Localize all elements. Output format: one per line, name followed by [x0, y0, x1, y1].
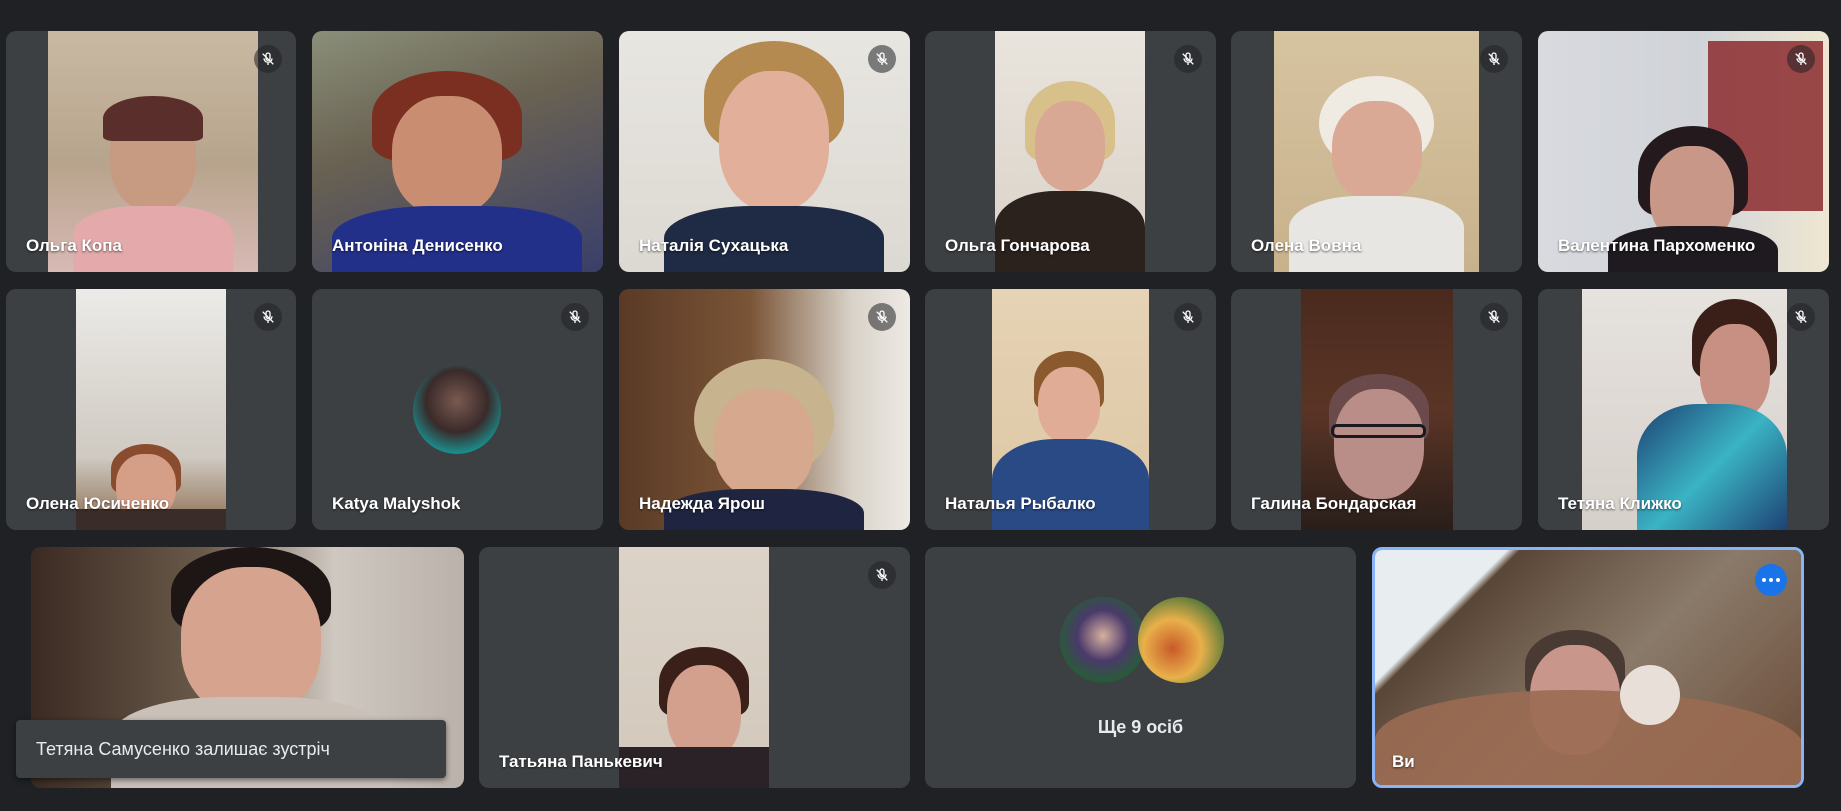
mic-off-icon — [1174, 303, 1202, 331]
participant-name: Олена Вовна — [1251, 236, 1362, 255]
mic-off-icon — [868, 303, 896, 331]
participant-tile[interactable]: Katya Malyshok — [312, 289, 603, 530]
more-participants-label: Ще 9 осіб — [1097, 717, 1184, 737]
participant-name: Тетяна Клижко — [1558, 494, 1682, 513]
participant-tile[interactable]: Антоніна Денисенко — [312, 31, 603, 272]
mic-off-icon — [1787, 303, 1815, 331]
leave-notification: Тетяна Самусенко залишає зустріч — [16, 720, 446, 778]
mic-off-icon — [1174, 45, 1202, 73]
participant-name: Ольга Копа — [26, 236, 122, 255]
participant-tile[interactable]: Галина Бондарская — [1231, 289, 1522, 530]
self-tile[interactable]: Ви — [1372, 547, 1804, 788]
participant-tile[interactable]: Ольга Копа — [6, 31, 296, 272]
participant-tile[interactable]: Тетяна Клижко — [1538, 289, 1829, 530]
mic-off-icon — [868, 45, 896, 73]
mic-off-icon — [868, 561, 896, 589]
participant-name: Наталья Рыбалко — [945, 494, 1096, 513]
avatar — [1138, 597, 1224, 683]
participant-name: Ольга Гончарова — [945, 236, 1090, 255]
participant-tile[interactable]: Наталія Сухацька — [619, 31, 910, 272]
participant-video — [1375, 550, 1801, 785]
participant-name: Олена Юсиченко — [26, 494, 170, 513]
mic-off-icon — [561, 303, 589, 331]
avatar — [413, 366, 501, 454]
participant-tile[interactable]: Ольга Гончарова — [925, 31, 1216, 272]
overflow-tile[interactable]: Ще 9 осіб — [925, 547, 1356, 788]
participant-name: Наталія Сухацька — [639, 236, 789, 255]
participant-name: Татьяна Панькевич — [499, 752, 663, 771]
participant-name: Katya Malyshok — [332, 494, 461, 513]
mic-off-icon — [254, 303, 282, 331]
notification-text: Тетяна Самусенко залишає зустріч — [36, 738, 330, 759]
participant-name: Валентина Пархоменко — [1558, 236, 1756, 255]
participant-tile[interactable]: Олена Юсиченко — [6, 289, 296, 530]
participant-tile[interactable]: Наталья Рыбалко — [925, 289, 1216, 530]
participant-tile[interactable]: Валентина Пархоменко — [1538, 31, 1829, 272]
participant-tile[interactable]: Олена Вовна — [1231, 31, 1522, 272]
participant-name: Антоніна Денисенко — [332, 236, 503, 255]
avatar — [1060, 597, 1146, 683]
participant-name: Галина Бондарская — [1251, 494, 1417, 513]
participant-tile[interactable]: Татьяна Панькевич — [479, 547, 910, 788]
mic-off-icon — [1480, 45, 1508, 73]
participant-tile[interactable]: Надежда Ярош — [619, 289, 910, 530]
participant-name: Надежда Ярош — [639, 494, 765, 513]
more-options-icon[interactable] — [1755, 564, 1787, 596]
participant-name: Ви — [1392, 752, 1415, 771]
mic-off-icon — [254, 45, 282, 73]
mic-off-icon — [1480, 303, 1508, 331]
mic-off-icon — [1787, 45, 1815, 73]
